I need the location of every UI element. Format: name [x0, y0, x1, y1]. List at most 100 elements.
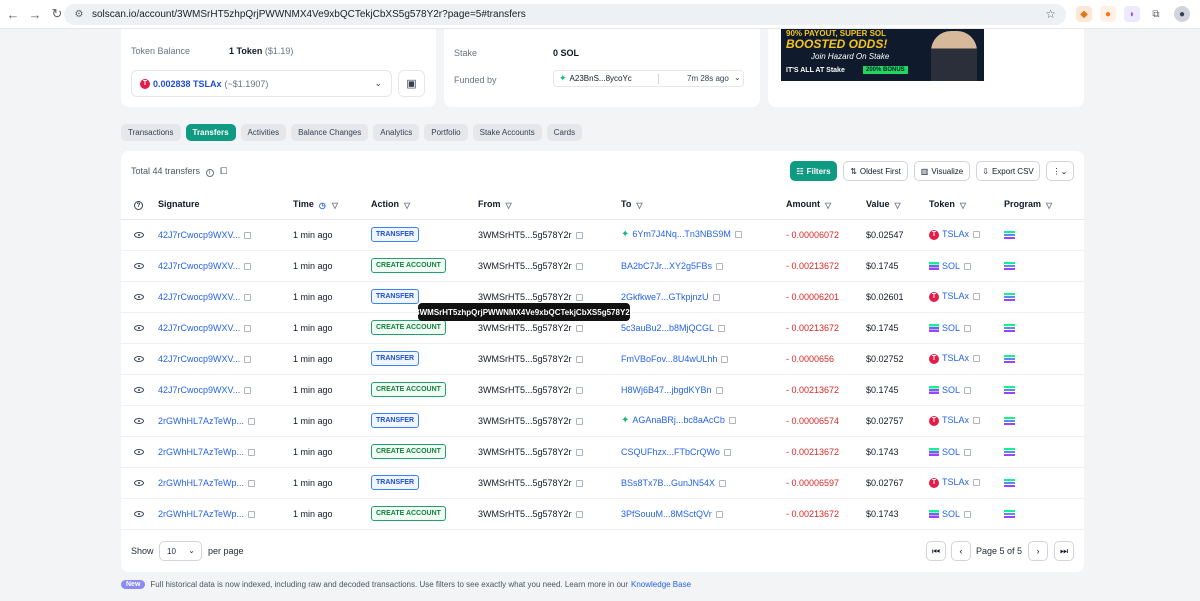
from-address[interactable]: 3WMSrHT5...5g578Y2r	[478, 354, 572, 364]
oldest-first-button[interactable]: ⇅ Oldest First	[843, 161, 908, 181]
signature-link[interactable]: 2rGWhHL7AzTeWp...	[158, 416, 244, 426]
help-icon[interactable]: ?	[134, 200, 143, 210]
filter-icon[interactable]: ▽	[404, 201, 412, 210]
knowledge-base-link[interactable]: Knowledge Base	[631, 580, 691, 589]
signature-link[interactable]: 2rGWhHL7AzTeWp...	[158, 447, 244, 457]
extensions-puzzle-icon[interactable]: ⧉	[1148, 6, 1164, 22]
to-address[interactable]: AGAnaBRj...bc8aAcCb	[632, 415, 725, 425]
to-address[interactable]: H8Wj6B47...jbgdKYBn	[621, 385, 712, 395]
solana-program-icon[interactable]	[1004, 479, 1015, 488]
phantom-extension-icon[interactable]: ◗	[1124, 6, 1140, 22]
solana-program-icon[interactable]	[1004, 231, 1015, 240]
filter-icon[interactable]: ▽	[506, 201, 514, 210]
copy-icon[interactable]	[718, 324, 726, 332]
info-icon[interactable]: i	[205, 169, 214, 177]
filters-button[interactable]: ☷ Filters	[790, 161, 837, 181]
signature-link[interactable]: 42J7rCwocp9WXV...	[158, 230, 240, 240]
signature-link[interactable]: 2rGWhHL7AzTeWp...	[158, 478, 244, 488]
eye-icon[interactable]	[134, 325, 144, 332]
from-address[interactable]: 3WMSrHT5...5g578Y2r	[478, 416, 572, 426]
filter-icon[interactable]: ▽	[1046, 201, 1054, 210]
metamask-extension-icon[interactable]: ◆	[1076, 6, 1092, 22]
to-address[interactable]: 2Gkfkwe7...GTkpjnzU	[621, 292, 709, 302]
copy-icon[interactable]	[244, 355, 252, 363]
copy-icon[interactable]	[575, 479, 583, 487]
token-link[interactable]: SOL	[942, 261, 960, 271]
portfolio-icon-button[interactable]: ▣	[398, 70, 425, 97]
from-address[interactable]: 3WMSrHT5...5g578Y2r	[478, 292, 572, 302]
copy-icon[interactable]	[575, 293, 583, 301]
copy-icon[interactable]	[712, 293, 720, 301]
eye-icon[interactable]	[134, 511, 144, 518]
next-page-button[interactable]: ›	[1028, 541, 1048, 561]
copy-icon[interactable]	[248, 510, 256, 518]
from-address[interactable]: 3WMSrHT5...5g578Y2r	[478, 230, 572, 240]
export-csv-button[interactable]: ⇩ Export CSV	[976, 161, 1040, 181]
token-link[interactable]: SOL	[942, 385, 960, 395]
copy-icon[interactable]	[244, 262, 252, 270]
tab-activities[interactable]: Activities	[240, 124, 287, 141]
from-address[interactable]: 3WMSrHT5...5g578Y2r	[478, 385, 572, 395]
eye-icon[interactable]	[134, 294, 144, 301]
to-address[interactable]: BA2bC7Jr...XY2g5FBs	[621, 261, 712, 271]
copy-icon[interactable]	[715, 510, 723, 518]
solana-program-icon[interactable]	[1004, 324, 1015, 333]
chart-icon[interactable]: ⧠	[220, 166, 227, 176]
solana-program-icon[interactable]	[1004, 417, 1015, 426]
site-settings-icon[interactable]: ⚙	[72, 8, 86, 22]
copy-icon[interactable]	[248, 448, 256, 456]
to-address[interactable]: BSs8Tx7B...GunJN54X	[621, 478, 715, 488]
copy-icon[interactable]	[973, 479, 981, 487]
signature-link[interactable]: 42J7rCwocp9WXV...	[158, 323, 240, 333]
copy-icon[interactable]	[964, 324, 972, 332]
copy-icon[interactable]	[575, 417, 583, 425]
tab-transfers[interactable]: Transfers	[185, 124, 236, 141]
copy-icon[interactable]	[715, 386, 723, 394]
tab-portfolio[interactable]: Portfolio	[424, 124, 468, 141]
copy-icon[interactable]	[716, 262, 724, 270]
copy-icon[interactable]	[248, 417, 256, 425]
solana-program-icon[interactable]	[1004, 262, 1015, 271]
token-link[interactable]: TSLAx	[942, 415, 969, 425]
copy-icon[interactable]	[244, 231, 252, 239]
signature-link[interactable]: 42J7rCwocp9WXV...	[158, 261, 240, 271]
previous-page-button[interactable]: ‹	[951, 541, 971, 561]
copy-icon[interactable]	[964, 510, 972, 518]
from-address[interactable]: 3WMSrHT5...5g578Y2r	[478, 509, 572, 519]
copy-icon[interactable]	[575, 448, 583, 456]
signature-link[interactable]: 2rGWhHL7AzTeWp...	[158, 509, 244, 519]
solana-program-icon[interactable]	[1004, 293, 1015, 302]
copy-icon[interactable]	[973, 293, 981, 301]
token-link[interactable]: SOL	[942, 509, 960, 519]
from-address[interactable]: 3WMSrHT5...5g578Y2r	[478, 261, 572, 271]
visualize-button[interactable]: ▥ Visualize	[914, 161, 970, 181]
tab-cards[interactable]: Cards	[546, 124, 583, 141]
first-page-button[interactable]: ⏮	[926, 541, 946, 561]
copy-icon[interactable]	[248, 479, 256, 487]
solana-program-icon[interactable]	[1004, 355, 1015, 364]
tab-transactions[interactable]: Transactions	[121, 124, 181, 141]
copy-icon[interactable]	[973, 417, 981, 425]
signature-link[interactable]: 42J7rCwocp9WXV...	[158, 385, 240, 395]
last-page-button[interactable]: ⏭	[1054, 541, 1074, 561]
forward-icon[interactable]: →	[26, 5, 44, 23]
copy-icon[interactable]	[575, 386, 583, 394]
eye-icon[interactable]	[134, 418, 144, 425]
to-address[interactable]: FmVBoFov...8U4wULhh	[621, 354, 717, 364]
token-select[interactable]: T 0.002838 TSLAx (~$1.1907) ⌄	[131, 70, 392, 97]
token-link[interactable]: SOL	[942, 323, 960, 333]
token-link[interactable]: TSLAx	[942, 291, 969, 301]
filter-icon[interactable]: ▽	[332, 201, 340, 210]
column-options-button[interactable]: ⋮⌄	[1046, 161, 1074, 181]
signature-link[interactable]: 42J7rCwocp9WXV...	[158, 354, 240, 364]
copy-icon[interactable]	[575, 231, 583, 239]
token-link[interactable]: TSLAx	[942, 477, 969, 487]
eye-icon[interactable]	[134, 480, 144, 487]
clock-icon[interactable]: ◷	[319, 201, 327, 210]
extension-icon[interactable]: ●	[1100, 6, 1116, 22]
copy-icon[interactable]	[575, 324, 583, 332]
copy-icon[interactable]	[964, 448, 972, 456]
token-link[interactable]: TSLAx	[942, 353, 969, 363]
page-size-select[interactable]: 10 ⌄	[159, 541, 202, 561]
copy-icon[interactable]	[973, 355, 981, 363]
